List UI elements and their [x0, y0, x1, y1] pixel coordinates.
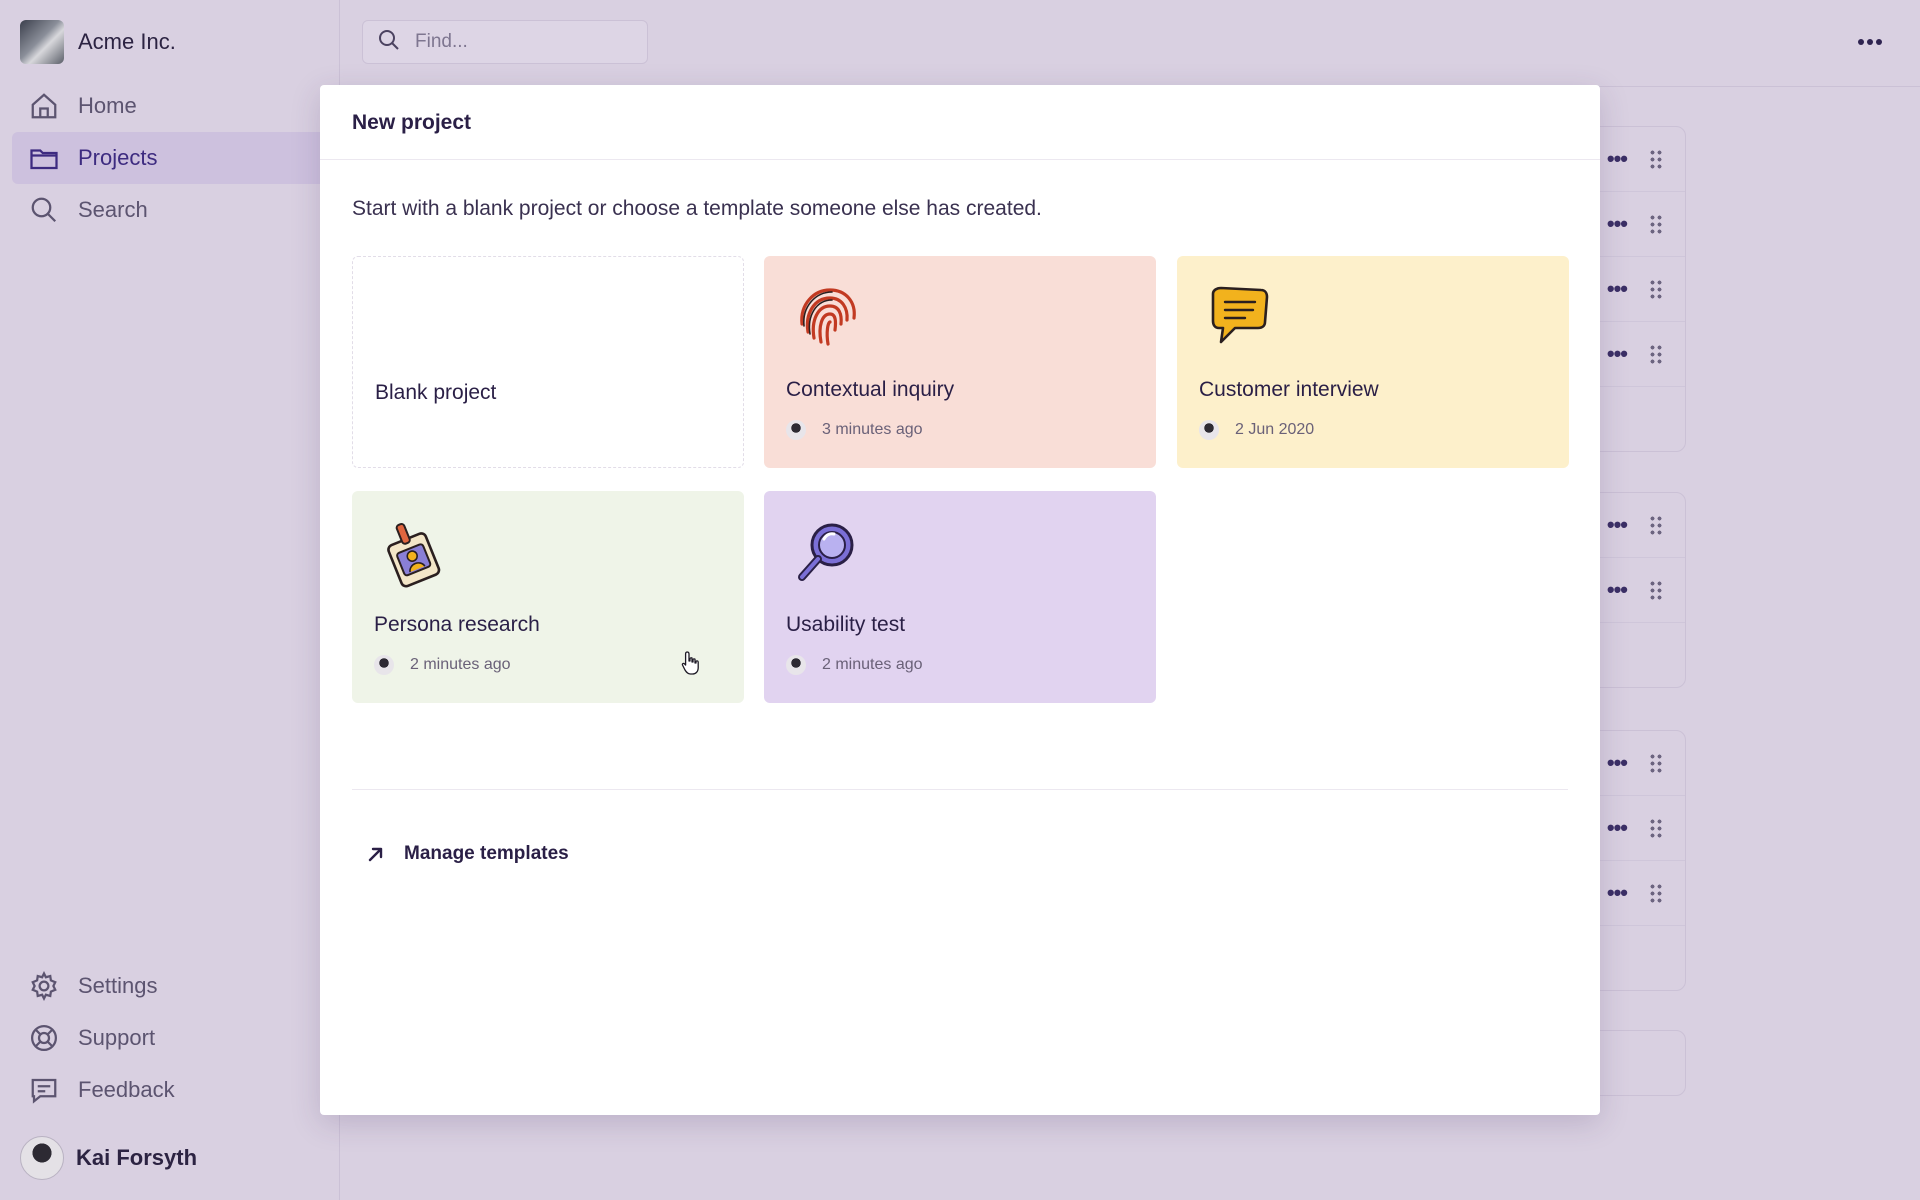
arrow-up-right-icon — [368, 847, 383, 862]
search-icon — [377, 28, 401, 57]
template-card-customer-interview[interactable]: Customer interview 2 Jun 2020 — [1177, 256, 1569, 468]
template-card-contextual-inquiry[interactable]: Contextual inquiry 3 minutes ago — [764, 256, 1156, 468]
nav-label: Home — [78, 93, 137, 118]
secondary-nav: Settings Support Feedback — [12, 960, 340, 1116]
drag-handle-icon[interactable] — [1649, 344, 1663, 364]
drag-handle-icon[interactable] — [1649, 883, 1663, 903]
ellipsis-icon[interactable]: ••• — [1607, 512, 1628, 538]
dialog-title: New project — [352, 111, 472, 134]
card-title: Persona research — [374, 613, 540, 636]
card-meta: 2 minutes ago — [786, 655, 923, 675]
avatar — [1199, 420, 1219, 440]
nav-label: Search — [78, 197, 148, 222]
primary-nav: Home Projects Search — [12, 80, 340, 236]
template-card-usability-test[interactable]: Usability test 2 minutes ago — [764, 491, 1156, 703]
magnifier-icon — [798, 523, 854, 581]
ellipsis-icon[interactable]: ••• — [1607, 146, 1628, 172]
nav-label: Settings — [78, 973, 158, 998]
nav-item-home[interactable]: Home — [12, 80, 340, 132]
card-meta: 3 minutes ago — [786, 420, 923, 440]
nav-label: Support — [78, 1025, 156, 1050]
sidebar: Acme Inc. Home Projects Search Settings … — [0, 0, 340, 1200]
drag-handle-icon[interactable] — [1649, 515, 1663, 535]
ellipsis-icon[interactable]: ••• — [1607, 815, 1628, 841]
more-options-button[interactable] — [1850, 24, 1890, 60]
nav-item-search[interactable]: Search — [12, 184, 340, 236]
drag-handle-icon[interactable] — [1649, 580, 1663, 600]
hand-cursor-icon — [681, 651, 699, 675]
drag-handle-icon[interactable] — [1649, 279, 1663, 299]
home-icon — [28, 90, 60, 122]
card-timestamp: 2 Jun 2020 — [1235, 421, 1315, 438]
new-project-dialog: New project Start with a blank project o… — [320, 85, 1600, 1115]
id-badge-icon — [387, 523, 441, 588]
message-icon — [28, 1074, 60, 1106]
ellipsis-icon[interactable]: ••• — [1607, 211, 1628, 237]
card-timestamp: 2 minutes ago — [822, 656, 923, 673]
ellipsis-icon[interactable]: ••• — [1607, 341, 1628, 367]
nav-label: Feedback — [78, 1077, 175, 1102]
avatar — [786, 655, 806, 675]
lifebuoy-icon — [28, 1022, 60, 1054]
card-meta: 2 minutes ago — [374, 655, 511, 675]
card-title: Contextual inquiry — [786, 378, 955, 401]
avatar — [786, 420, 806, 440]
card-timestamp: 2 minutes ago — [410, 656, 511, 673]
nav-item-projects[interactable]: Projects — [12, 132, 340, 184]
fingerprint-icon — [800, 288, 856, 346]
nav-label: Projects — [78, 145, 158, 170]
drag-handle-icon[interactable] — [1649, 753, 1663, 773]
manage-templates-link[interactable]: Manage templates — [366, 843, 569, 865]
drag-handle-icon[interactable] — [1649, 149, 1663, 169]
divider — [352, 789, 1568, 790]
ellipsis-icon[interactable]: ••• — [1607, 577, 1628, 603]
card-title: Blank project — [375, 381, 497, 404]
template-card-blank-project[interactable]: Blank project — [352, 256, 744, 468]
search-input[interactable] — [413, 30, 637, 54]
card-timestamp: 3 minutes ago — [822, 421, 923, 438]
divider — [320, 159, 1600, 160]
speech-bubble-icon — [1211, 286, 1269, 344]
user-profile[interactable]: Kai Forsyth — [20, 1136, 197, 1180]
dialog-description: Start with a blank project or choose a t… — [352, 197, 1042, 220]
workspace-name: Acme Inc. — [78, 29, 176, 54]
card-title: Customer interview — [1199, 378, 1379, 401]
search-icon — [28, 194, 60, 226]
nav-item-settings[interactable]: Settings — [12, 960, 340, 1012]
ellipsis-icon[interactable]: ••• — [1607, 750, 1628, 776]
avatar — [374, 655, 394, 675]
workspace-logo — [20, 20, 64, 64]
drag-handle-icon[interactable] — [1649, 818, 1663, 838]
ellipsis-icon[interactable]: ••• — [1607, 880, 1628, 906]
user-name: Kai Forsyth — [76, 1145, 198, 1170]
card-meta: 2 Jun 2020 — [1199, 420, 1314, 440]
card-title: Usability test — [786, 613, 906, 636]
manage-templates-label: Manage templates — [404, 843, 569, 864]
ellipsis-icon — [1858, 39, 1882, 45]
gear-icon — [28, 970, 60, 1002]
nav-item-feedback[interactable]: Feedback — [12, 1064, 340, 1116]
avatar — [20, 1136, 64, 1180]
drag-handle-icon[interactable] — [1649, 214, 1663, 234]
search-bar[interactable] — [362, 20, 648, 64]
nav-item-support[interactable]: Support — [12, 1012, 340, 1064]
workspace-switcher[interactable]: Acme Inc. — [20, 20, 176, 64]
folder-icon — [28, 142, 60, 174]
ellipsis-icon[interactable]: ••• — [1607, 276, 1628, 302]
